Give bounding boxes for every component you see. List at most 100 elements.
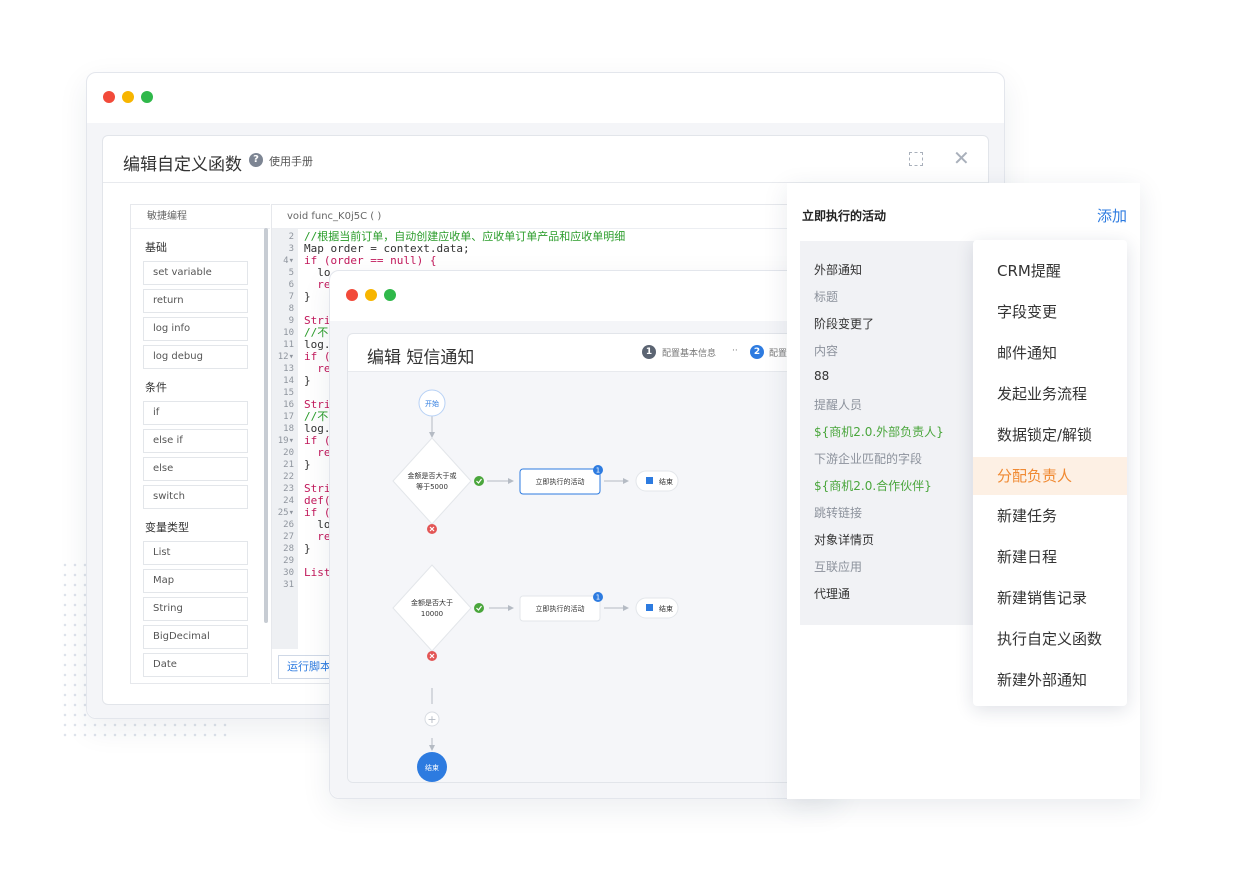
line-number: 19▾ [277, 436, 294, 446]
section-title: 变量类型 [145, 521, 189, 534]
activity-2-badge: 1 [596, 594, 600, 602]
section-title: 条件 [145, 381, 167, 394]
line-number: 7 [288, 292, 294, 302]
code-block-switch[interactable]: switch [143, 485, 248, 509]
add-button[interactable]: 添加 [1097, 205, 1127, 226]
function-signature: void func_K0j5C ( ) [272, 205, 790, 229]
field-value: ${商机2.0.外部负责人} [814, 425, 944, 439]
line-text [298, 579, 304, 591]
dialog-title: 编辑 短信通知 [367, 348, 475, 368]
menu-item[interactable]: CRM提醒 [973, 252, 1127, 290]
line-number: 13 [283, 364, 294, 374]
activity-1-badge: 1 [596, 467, 600, 475]
code-block-list[interactable]: List [143, 541, 248, 565]
help-manual-link[interactable]: 使用手册 [269, 153, 313, 169]
activity-type-dropdown: CRM提醒 字段变更 邮件通知 发起业务流程 数据锁定/解锁 分配负责人 新建任务 新建日程新… [973, 240, 1127, 706]
line-number: 3 [288, 244, 294, 254]
line-number: 6 [288, 280, 294, 290]
line-number: 23 [283, 484, 294, 494]
menu-item[interactable]: 新建日程 [973, 538, 1127, 576]
line-number: 27 [283, 532, 294, 542]
minimize-dot[interactable] [365, 289, 377, 301]
end-2-label: 结束 [659, 604, 673, 613]
field-value: 外部通知 [814, 263, 863, 277]
menu-item[interactable]: 分配负责人 [973, 456, 1127, 495]
section-title: 基础 [145, 241, 167, 254]
line-number: 4▾ [283, 256, 294, 266]
menu-item[interactable]: 数据锁定/解锁 [973, 416, 1127, 454]
step-separator: ·· [732, 346, 738, 356]
menu-item[interactable]: 邮件通知 [973, 334, 1127, 372]
maximize-dot[interactable] [141, 91, 153, 103]
close-icon[interactable]: ✕ [953, 146, 970, 170]
step-2-icon[interactable]: 2 [750, 345, 764, 359]
step-2-label[interactable]: 配置 [769, 346, 787, 359]
condition-node-1: 金额是否大于或 等于5000 [392, 437, 472, 525]
line-number: 25▾ [277, 508, 294, 518]
sidebar-scrollbar[interactable] [264, 228, 268, 623]
line-number: 10 [283, 328, 294, 338]
code-block-else-if[interactable]: else if [143, 429, 248, 453]
line-text: } [304, 458, 311, 471]
cond1-line2: 等于5000 [416, 482, 448, 491]
menu-item[interactable]: 执行自定义函数 [973, 620, 1127, 658]
line-text: re [304, 362, 331, 375]
close-dot[interactable] [346, 289, 358, 301]
code-block-log-debug[interactable]: log debug [143, 345, 248, 369]
code-block-log-info[interactable]: log info [143, 317, 248, 341]
line-number: 8 [288, 304, 294, 314]
line-number: 11 [283, 340, 294, 350]
code-block-date[interactable]: Date [143, 653, 248, 677]
line-number: 26 [283, 520, 294, 530]
menu-item[interactable]: 新建外部通知 [973, 661, 1127, 699]
field-label: 互联应用 [814, 560, 863, 574]
end-1-label: 结束 [659, 477, 673, 486]
help-circle-icon[interactable]: ? [249, 153, 263, 167]
code-block-string[interactable]: String [143, 597, 248, 621]
sidebar-title: 敏捷编程 [131, 205, 270, 229]
line-number: 29 [283, 556, 294, 566]
close-dot[interactable] [103, 91, 115, 103]
field-value: 88 [814, 369, 830, 383]
line-text: } [304, 290, 311, 303]
code-block-if[interactable]: if [143, 401, 248, 425]
code-block-bigdecimal[interactable]: BigDecimal [143, 625, 248, 649]
cond1-line1: 金额是否大于或 [408, 471, 457, 480]
activity-1-label: 立即执行的活动 [536, 477, 585, 486]
code-block-set-variable[interactable]: set variable [143, 261, 248, 285]
minimize-dot[interactable] [122, 91, 134, 103]
condition-node-2: 金额是否大于 10000 [392, 564, 472, 652]
fullscreen-icon[interactable] [909, 152, 923, 166]
line-number: 5 [288, 268, 294, 278]
line-text: List [304, 566, 331, 579]
yes-icon-2 [474, 603, 484, 613]
step-1-icon[interactable]: 1 [642, 345, 656, 359]
dialog-header: 编辑自定义函数 ? 使用手册 ✕ [103, 136, 988, 183]
line-number: 22 [283, 472, 294, 482]
line-number: 14 [283, 376, 294, 386]
code-block-return[interactable]: return [143, 289, 248, 313]
activity-detail-form: 外部通知 标题 阶段变更了 内容 88 提醒人员 ${商机2.0.外部负责人} 下游企业匹配的… [800, 241, 980, 625]
code-block-else[interactable]: else [143, 457, 248, 481]
cond2-line1: 金额是否大于 [411, 598, 453, 607]
maximize-dot[interactable] [384, 289, 396, 301]
line-number: 17 [283, 412, 294, 422]
menu-item[interactable]: 发起业务流程 [973, 375, 1127, 413]
field-label: 标题 [814, 290, 839, 304]
field-label: 下游企业匹配的字段 [814, 452, 923, 466]
line-text: re [304, 446, 331, 459]
line-number: 12▾ [277, 352, 294, 362]
menu-item[interactable]: 字段变更 [973, 293, 1127, 331]
line-text: } [304, 374, 311, 387]
field-value: 对象详情页 [814, 533, 875, 547]
quick-programming-sidebar: 敏捷编程 基础 set variable return log info log deb… [130, 204, 270, 684]
code-block-map[interactable]: Map [143, 569, 248, 593]
activity-node-2: 立即执行的活动 1 [519, 592, 603, 622]
menu-item[interactable]: 新建销售记录 [973, 579, 1127, 617]
step-1-label[interactable]: 配置基本信息 [662, 346, 716, 359]
start-node: 开始 [418, 389, 446, 417]
menu-item[interactable]: 新建任务 [973, 497, 1127, 535]
block-sections: 基础 set variable return log info log debug 条件 i… [131, 239, 270, 677]
line-text: } [304, 542, 311, 555]
window-controls [346, 289, 396, 301]
